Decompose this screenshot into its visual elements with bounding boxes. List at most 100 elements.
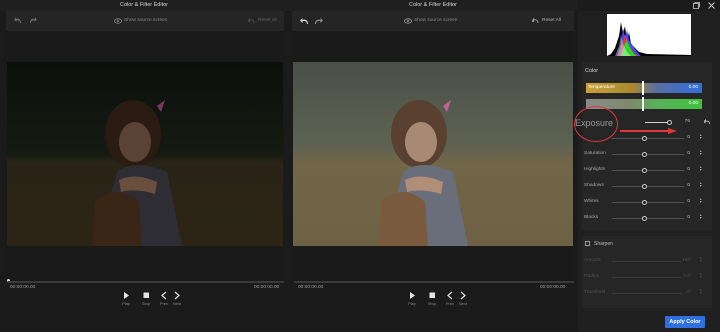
stepper-icon[interactable]: ▲ ▼	[699, 213, 702, 220]
slider-handle[interactable]	[642, 135, 647, 141]
right-play-button[interactable]: Play	[405, 291, 419, 306]
stepper-icon[interactable]: ▲ ▼	[699, 181, 702, 188]
chevron-left-icon	[443, 291, 457, 300]
undo-icon[interactable]	[703, 118, 710, 127]
slider-label: Amount	[584, 258, 601, 263]
slider-value[interactable]: 0	[676, 290, 690, 295]
stepper-icon[interactable]: ▲ ▼	[699, 288, 702, 295]
slider-label: Shadows	[584, 183, 604, 188]
show-source-screen-toggle[interactable]: Show source screen	[124, 11, 167, 31]
exposure-handle[interactable]	[667, 119, 672, 125]
exposure-value: 76	[684, 119, 690, 124]
eye-icon[interactable]	[114, 18, 122, 26]
slider-value[interactable]: 100	[676, 258, 690, 263]
temperature-value: 0.00	[688, 85, 698, 90]
tint-handle[interactable]	[642, 97, 644, 111]
eye-icon[interactable]	[404, 18, 412, 26]
stop-icon	[139, 291, 153, 300]
show-source-screen-toggle[interactable]: Show source screen	[414, 11, 457, 31]
stepper-icon[interactable]: ▲ ▼	[699, 165, 702, 172]
stepper-icon[interactable]: ▲ ▼	[699, 272, 702, 279]
left-timeline[interactable]	[8, 281, 284, 283]
redo-icon[interactable]	[314, 17, 323, 27]
slider-row: Saturation 0 ▲ ▼	[584, 149, 706, 158]
left-total-time: 00:00:00.00	[254, 285, 280, 290]
slider-label: Blacks	[584, 215, 599, 220]
right-preview-image	[293, 62, 573, 246]
left-window-title: Color & Filter Editor	[120, 2, 168, 8]
stepper-icon[interactable]: ▲ ▼	[699, 133, 702, 140]
sharpen-title: Sharpen	[594, 241, 613, 247]
right-stop-button[interactable]: Stop	[425, 291, 439, 306]
chevron-right-icon	[456, 291, 470, 300]
color-section-title: Color	[585, 68, 599, 74]
chevron-left-icon	[157, 291, 171, 300]
slider-track[interactable]	[612, 186, 684, 187]
slider-track[interactable]	[612, 218, 684, 219]
slider-handle[interactable]	[642, 151, 647, 157]
reset-all-button[interactable]: Reset All	[542, 11, 561, 31]
slider-value[interactable]: 0	[676, 199, 690, 204]
slider-row: Whites 0 ▲ ▼	[584, 197, 706, 206]
left-stop-button[interactable]: Stop	[139, 291, 153, 306]
apply-color-button[interactable]: Apply Color	[665, 316, 705, 328]
slider-row: Amount 100 ▲ ▼	[584, 256, 706, 265]
slider-handle[interactable]	[642, 215, 647, 221]
slider-value[interactable]: 0.0	[676, 274, 690, 279]
slider-row: Blacks 0 ▲ ▼	[584, 213, 706, 222]
slider-row: Highlights 0 ▲ ▼	[584, 165, 706, 174]
right-title-bar: Color & Filter Editor	[288, 0, 578, 11]
slider-track[interactable]	[612, 277, 682, 278]
stepper-icon[interactable]: ▲ ▼	[699, 197, 702, 204]
reset-icon[interactable]	[531, 17, 539, 26]
left-preview-area	[6, 31, 284, 282]
left-next-button[interactable]: Next	[170, 291, 184, 306]
slider-track[interactable]	[612, 293, 682, 294]
right-toolbar: Show source screen Reset All	[292, 11, 574, 31]
slider-handle[interactable]	[642, 199, 647, 205]
slider-track[interactable]	[612, 154, 684, 155]
stepper-icon[interactable]: ▲ ▼	[699, 256, 702, 263]
right-next-button[interactable]: Next	[456, 291, 470, 306]
window-restore-icon[interactable]	[693, 2, 700, 11]
stepper-icon[interactable]: ▲ ▼	[699, 149, 702, 156]
slider-label: Whites	[584, 199, 599, 204]
slider-value[interactable]: 0	[676, 151, 690, 156]
reset-all-button[interactable]: Reset all	[258, 11, 277, 31]
temperature-slider[interactable]: Temperature 0.00	[586, 81, 702, 95]
undo-icon[interactable]	[300, 17, 309, 27]
left-current-time: 00:00:00.00	[10, 285, 36, 290]
right-current-time: 00:00:00.00	[298, 285, 324, 290]
right-prev-button[interactable]: Prev	[443, 291, 457, 306]
slider-track[interactable]	[612, 170, 684, 171]
chevron-right-icon	[170, 291, 184, 300]
slider-handle[interactable]	[642, 167, 647, 173]
right-timeline[interactable]	[294, 281, 574, 283]
temperature-label: Temperature	[588, 85, 615, 90]
stop-icon	[425, 291, 439, 300]
reset-icon[interactable]	[247, 17, 255, 26]
slider-track[interactable]	[612, 138, 684, 139]
close-icon[interactable]	[708, 2, 715, 11]
slider-label: Threshold	[584, 290, 606, 295]
left-toolbar: Show source screen Reset all	[6, 11, 284, 31]
temperature-handle[interactable]	[642, 81, 644, 95]
slider-handle[interactable]	[642, 183, 647, 189]
slider-value[interactable]: 0	[676, 135, 690, 140]
slider-track[interactable]	[612, 202, 684, 203]
slider-label: Highlights	[584, 167, 606, 172]
slider-value[interactable]: 0	[676, 183, 690, 188]
exposure-track[interactable]	[645, 122, 669, 123]
slider-row: Radius 0.0 ▲ ▼	[584, 272, 706, 281]
left-prev-button[interactable]: Prev	[157, 291, 171, 306]
slider-row: Shadows 0 ▲ ▼	[584, 181, 706, 190]
left-play-button[interactable]: Play	[119, 291, 133, 306]
right-preview-area	[292, 31, 574, 281]
slider-value[interactable]: 0	[676, 215, 690, 220]
tint-value: 0.00	[688, 101, 698, 106]
slider-value[interactable]: 0	[676, 167, 690, 172]
sharpen-checkbox[interactable]	[585, 241, 590, 246]
left-preview-image	[7, 62, 283, 246]
slider-track[interactable]	[612, 261, 682, 262]
slider-row: 0 ▲ ▼	[584, 133, 706, 142]
